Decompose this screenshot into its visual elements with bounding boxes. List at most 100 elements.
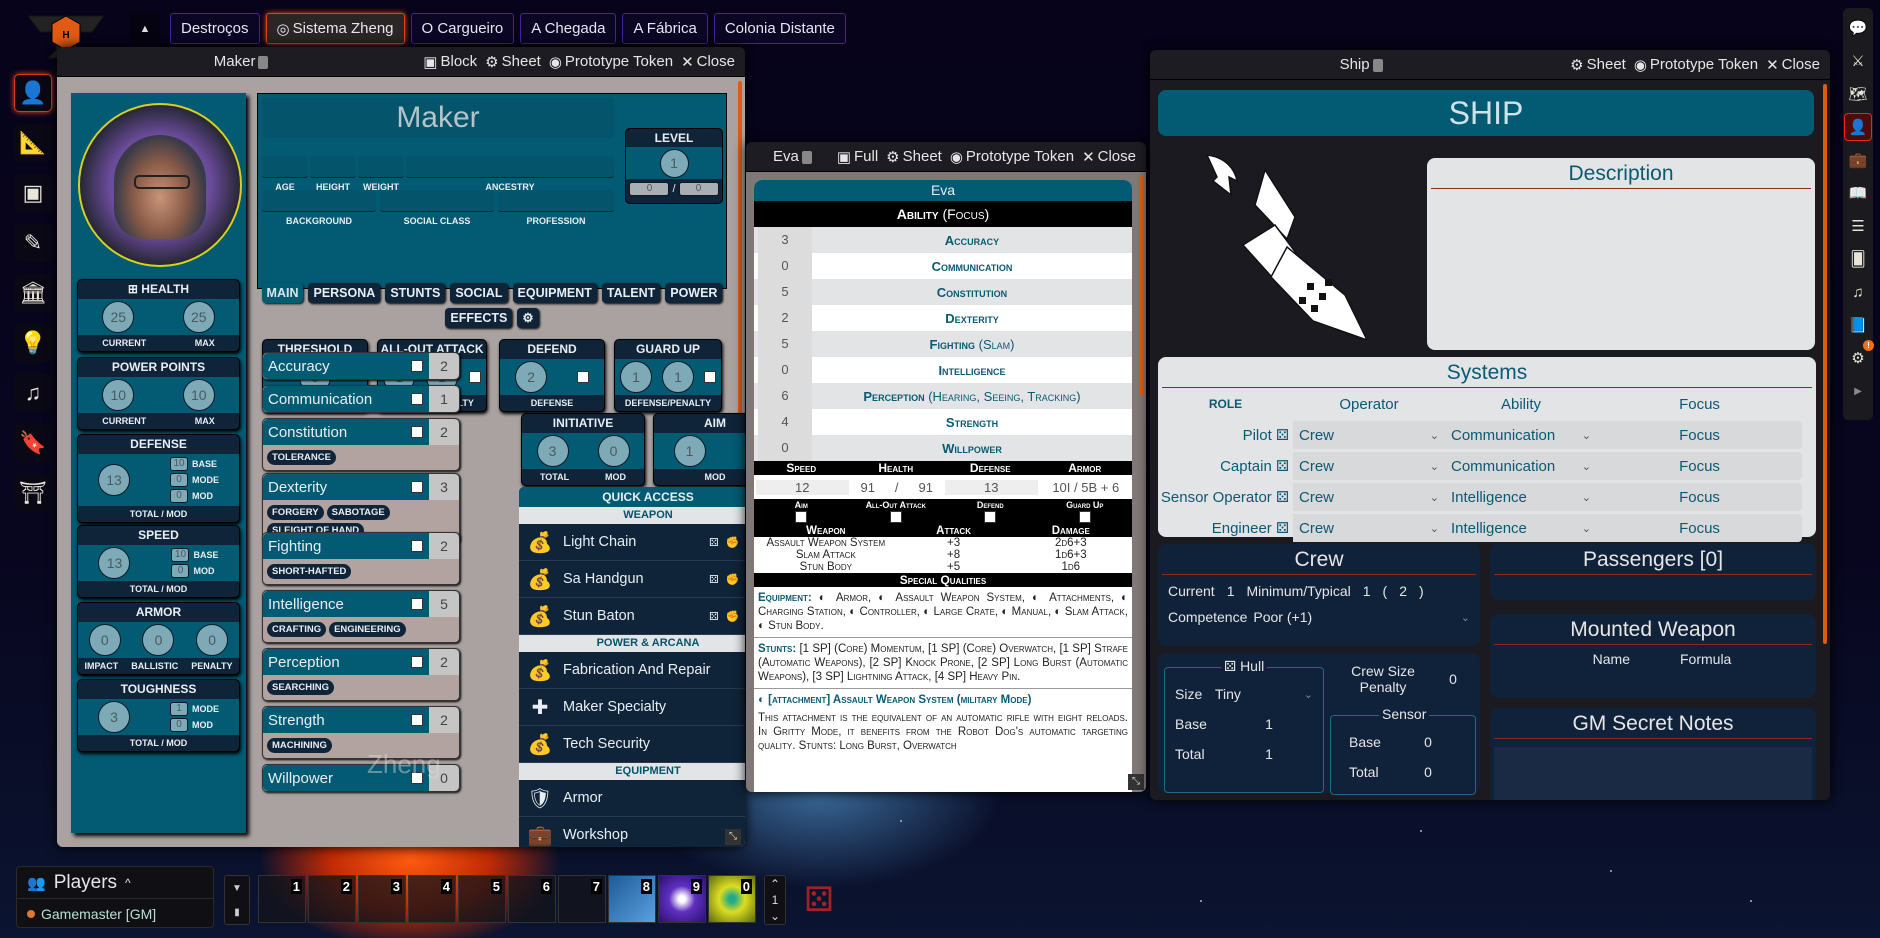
scrollbar[interactable] <box>1823 84 1827 644</box>
level-value[interactable]: 1 <box>659 148 689 178</box>
role-label[interactable]: Captain ⚄ <box>1158 457 1293 475</box>
rocket-icon[interactable] <box>1195 155 1375 340</box>
sidebar-tab-items[interactable]: 💼 <box>1844 146 1872 174</box>
quick-access-item[interactable]: 💰 Sa Handgun ⚄ ✊ ↕ ★ <box>519 561 745 598</box>
ability-checkbox[interactable] <box>411 598 423 610</box>
tab-social[interactable]: SOCIAL <box>450 283 508 303</box>
ability-name[interactable]: Constitution <box>812 285 1132 300</box>
item-name[interactable]: Fabrication And Repair <box>555 662 745 678</box>
ability-name[interactable]: Perception (Hearing, Seeing, Tracking) <box>812 389 1132 404</box>
ability-checkbox[interactable] <box>411 540 423 552</box>
tab-persona[interactable]: PERSONA <box>308 283 381 303</box>
fist-icon[interactable]: ✊ <box>726 611 742 623</box>
ability-value[interactable]: 3 <box>758 227 812 253</box>
speed-base[interactable]: 10 <box>171 548 190 562</box>
ability-select[interactable]: Communication ⌄ <box>1445 421 1597 449</box>
quick-access-item[interactable]: 💰 Fabrication And Repair ★ <box>519 652 745 689</box>
hull-size-select[interactable]: Tiny ⌄ <box>1215 686 1313 702</box>
measure-controls-button[interactable]: 📐 <box>14 124 52 162</box>
ability-name[interactable]: Willpower <box>812 441 1132 456</box>
weapon-row[interactable]: Stun Body +5 1d6 <box>754 561 1132 573</box>
guard-up-penalty[interactable]: 1 <box>662 361 694 393</box>
crew-current[interactable]: 1 <box>1227 583 1235 599</box>
prototype-token-button[interactable]: ◉ Prototype Token <box>1634 56 1758 74</box>
dice-icon[interactable]: ⚄ <box>1276 520 1289 537</box>
macro-slot[interactable]: 1 <box>258 875 306 923</box>
sheet-config-button[interactable]: ⚙ Sheet <box>485 53 541 71</box>
ability-select[interactable]: Communication ⌄ <box>1445 452 1597 480</box>
scene-tab-a-fabrica[interactable]: A Fábrica <box>622 13 708 44</box>
weapon-attack[interactable]: +3 <box>898 537 1010 549</box>
scene-tab-o-cargueiro[interactable]: O Cargueiro <box>410 13 515 44</box>
eva-defense[interactable]: 13 <box>945 479 1038 495</box>
ability-checkbox[interactable] <box>411 714 423 726</box>
age-input[interactable] <box>262 156 308 178</box>
drawing-controls-button[interactable]: ✎ <box>14 224 52 262</box>
id-card-icon[interactable] <box>1372 58 1383 72</box>
quick-access-item[interactable]: 💰 Light Chain ⚄ ✊ ↕ ★ <box>519 524 745 561</box>
sheet-config-button[interactable]: ⚙ Sheet <box>1570 56 1626 74</box>
ability-name[interactable]: Communication <box>812 259 1132 274</box>
description-editor[interactable] <box>1427 189 1815 329</box>
speed-mod[interactable]: 0 <box>171 564 190 578</box>
defend-checkbox[interactable] <box>577 371 589 383</box>
caret-down-icon[interactable]: ▼ <box>232 883 242 894</box>
id-card-icon[interactable] <box>258 55 269 69</box>
ability-name[interactable]: Strength <box>812 415 1132 430</box>
armor-penalty[interactable]: 0 <box>196 624 229 656</box>
ability-name[interactable]: Accuracy <box>263 358 411 375</box>
ability-value[interactable]: 5 <box>429 591 459 617</box>
scene-tab-a-chegada[interactable]: A Chegada <box>520 13 617 44</box>
macro-slot[interactable]: 6 <box>508 875 556 923</box>
fist-icon[interactable]: ✊ <box>726 574 742 586</box>
focus-tag[interactable]: SEARCHING <box>267 680 335 695</box>
window-header[interactable]: Maker ▣ Block ⚙ Sheet ◉ Prototype Token ✕ Cl… <box>57 47 745 77</box>
defend-value[interactable]: 2 <box>515 361 547 393</box>
aim-checkbox[interactable] <box>744 445 745 457</box>
full-button[interactable]: ▣ Full <box>837 148 878 166</box>
ability-name[interactable]: Communication <box>263 391 411 408</box>
defense-mod[interactable]: 0 <box>170 489 188 503</box>
tiles-controls-button[interactable]: ▣ <box>14 174 52 212</box>
sheet-config-button[interactable]: ⚙ Sheet <box>886 148 942 166</box>
ability-value[interactable]: 2 <box>429 707 459 733</box>
hull-base[interactable]: 1 <box>1225 716 1313 732</box>
sidebar-collapse-button[interactable]: ▶ <box>1844 377 1872 405</box>
ability-checkbox[interactable] <box>411 656 423 668</box>
initiative-mod[interactable]: 0 <box>597 435 630 467</box>
weapon-damage[interactable]: 2d6+3 <box>1010 537 1132 549</box>
prototype-token-button[interactable]: ◉ Prototype Token <box>950 148 1074 166</box>
focus-tag[interactable]: SHORT-HAFTED <box>267 564 352 579</box>
guard-up-checkbox[interactable] <box>704 371 716 383</box>
dice-icon[interactable]: ⚄ <box>1276 427 1289 444</box>
ability-value[interactable]: 2 <box>429 353 459 379</box>
dice-icon[interactable]: ⚄ <box>709 574 721 586</box>
resize-handle[interactable]: ⤡ <box>1128 774 1144 790</box>
ability-name[interactable]: Fighting <box>263 538 411 555</box>
scene-tab-sistema-zheng[interactable]: ◎ Sistema Zheng <box>265 13 405 44</box>
chevron-down-icon[interactable]: ⌄ <box>770 909 780 923</box>
item-name[interactable]: Stun Baton <box>555 608 709 624</box>
tab-equipment[interactable]: EQUIPMENT <box>512 283 597 303</box>
operator-select[interactable]: Crew ⌄ <box>1293 483 1445 511</box>
social-class-input[interactable] <box>380 190 494 212</box>
focus-tag[interactable]: ENGINEERING <box>329 622 406 637</box>
ability-name[interactable]: Intelligence <box>263 596 411 613</box>
token-controls-button[interactable]: 👤 <box>14 74 52 112</box>
window-header[interactable]: Ship ⚙ Sheet ◉ Prototype Token ✕ Close <box>1150 50 1830 80</box>
player-item[interactable]: Gamemaster [GM] <box>27 903 203 925</box>
sidebar-tab-combat[interactable]: ⚔ <box>1844 47 1872 75</box>
weapon-attack[interactable]: +8 <box>898 549 1010 561</box>
ability-value[interactable]: 1 <box>429 386 459 412</box>
ability-name[interactable]: Perception <box>263 654 411 671</box>
eva-armor-bonus[interactable]: 6 <box>1112 480 1119 495</box>
ability-checkbox[interactable] <box>411 393 423 405</box>
dice-tray-icon[interactable]: ⚄ <box>794 875 844 925</box>
operator-select[interactable]: Crew ⌄ <box>1293 452 1445 480</box>
sidebar-tab-actors[interactable]: 👤 <box>1844 113 1872 141</box>
sidebar-tab-compendium[interactable]: 📘 <box>1844 311 1872 339</box>
defend-checkbox[interactable] <box>984 511 997 523</box>
weapon-row[interactable]: Slam Attack +8 1d6+3 <box>754 549 1132 561</box>
sidebar-tab-journal[interactable]: 📖 <box>1844 179 1872 207</box>
all-out-attack-checkbox[interactable] <box>889 511 902 523</box>
